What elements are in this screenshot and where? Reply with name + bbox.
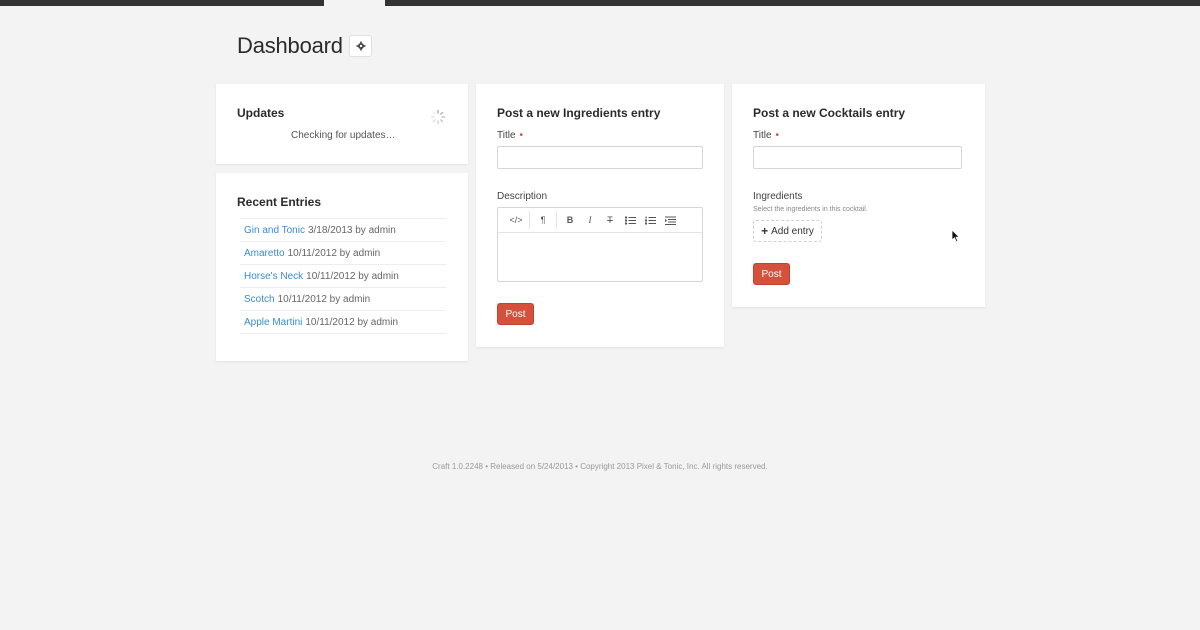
title-label-text: Title <box>753 130 772 141</box>
required-marker: • <box>775 130 780 141</box>
plus-icon: + <box>761 224 769 238</box>
paragraph-format-button[interactable]: ¶ <box>533 211 553 229</box>
add-entry-button[interactable]: + Add entry <box>753 220 822 242</box>
toolbar-divider <box>556 211 557 229</box>
ingredients-form-title: Post a new Ingredients entry <box>497 106 661 120</box>
bold-button[interactable]: B <box>560 211 580 229</box>
numbered-list-icon <box>644 216 656 224</box>
description-field-label: Description <box>497 191 548 202</box>
ingredients-title-input[interactable] <box>497 146 703 169</box>
description-rich-text-editor[interactable]: </> ¶ B I T <box>497 207 703 282</box>
ordered-list-button[interactable] <box>640 211 660 229</box>
indent-icon <box>664 216 676 225</box>
list-item: Amaretto 10/11/2012 by admin <box>240 242 446 265</box>
cocktails-title-input[interactable] <box>753 146 962 169</box>
entry-link[interactable]: Horse's Neck <box>244 271 303 282</box>
post-cocktails-button[interactable]: Post <box>753 263 790 285</box>
gear-icon <box>356 41 365 51</box>
html-view-button[interactable]: </> <box>506 211 526 229</box>
post-ingredients-button[interactable]: Post <box>497 303 534 325</box>
list-item: Apple Martini 10/11/2012 by admin <box>240 311 446 334</box>
ingredients-field-label: Ingredients <box>753 191 803 202</box>
strikethrough-button[interactable]: T <box>600 211 620 229</box>
add-entry-label: Add entry <box>771 225 814 237</box>
entry-link[interactable]: Amaretto <box>244 248 285 259</box>
entry-link[interactable]: Scotch <box>244 294 275 305</box>
toolbar-divider <box>529 211 530 229</box>
italic-button[interactable]: I <box>580 211 600 229</box>
entry-meta: 3/18/2013 by admin <box>307 224 396 236</box>
page-title: Dashboard <box>237 33 343 58</box>
footer-text: Craft 1.0.2248 • Released on 5/24/2013 •… <box>432 462 768 471</box>
entry-meta: 10/11/2012 by admin <box>277 293 371 305</box>
top-nav-bar-right <box>385 0 1200 6</box>
recent-entries-list: Gin and Tonic 3/18/2013 by admin Amarett… <box>240 218 446 334</box>
entry-link[interactable]: Gin and Tonic <box>244 225 305 236</box>
cocktails-form-title: Post a new Cocktails entry <box>753 106 906 120</box>
title-field-label: Title • <box>753 130 779 141</box>
list-item: Gin and Tonic 3/18/2013 by admin <box>240 218 446 242</box>
entry-meta: 10/11/2012 by admin <box>306 270 399 282</box>
recent-entries-widget: Recent Entries Gin and Tonic 3/18/2013 b… <box>216 173 468 361</box>
ingredients-instructions: Select the ingredients in this cocktail. <box>753 206 868 213</box>
indent-button[interactable] <box>660 211 680 229</box>
required-marker: • <box>519 130 524 141</box>
title-field-label: Title • <box>497 130 523 141</box>
entry-link[interactable]: Apple Martini <box>244 317 302 328</box>
ingredients-entry-widget: Post a new Ingredients entry Title • Desc… <box>476 84 724 347</box>
list-item: Horse's Neck 10/11/2012 by admin <box>240 265 446 288</box>
mouse-cursor-icon <box>951 229 961 243</box>
update-status-text: Checking for updates… <box>291 130 396 141</box>
loading-spinner-icon <box>430 109 446 125</box>
list-item: Scotch 10/11/2012 by admin <box>240 288 446 311</box>
top-nav-bar-left <box>0 0 324 6</box>
recent-entries-title: Recent Entries <box>237 195 322 209</box>
entry-meta: 10/11/2012 by admin <box>287 247 381 259</box>
bullet-list-icon <box>624 216 636 224</box>
editor-toolbar: </> ¶ B I T <box>498 208 702 233</box>
title-label-text: Title <box>497 130 516 141</box>
updates-widget-title: Updates <box>237 106 285 120</box>
entry-meta: 10/11/2012 by admin <box>305 316 399 328</box>
dashboard-settings-button[interactable] <box>349 35 372 57</box>
updates-widget: Updates Checking for updates… <box>216 84 468 164</box>
cocktails-entry-widget: Post a new Cocktails entry Title • Ingred… <box>732 84 985 307</box>
unordered-list-button[interactable] <box>620 211 640 229</box>
